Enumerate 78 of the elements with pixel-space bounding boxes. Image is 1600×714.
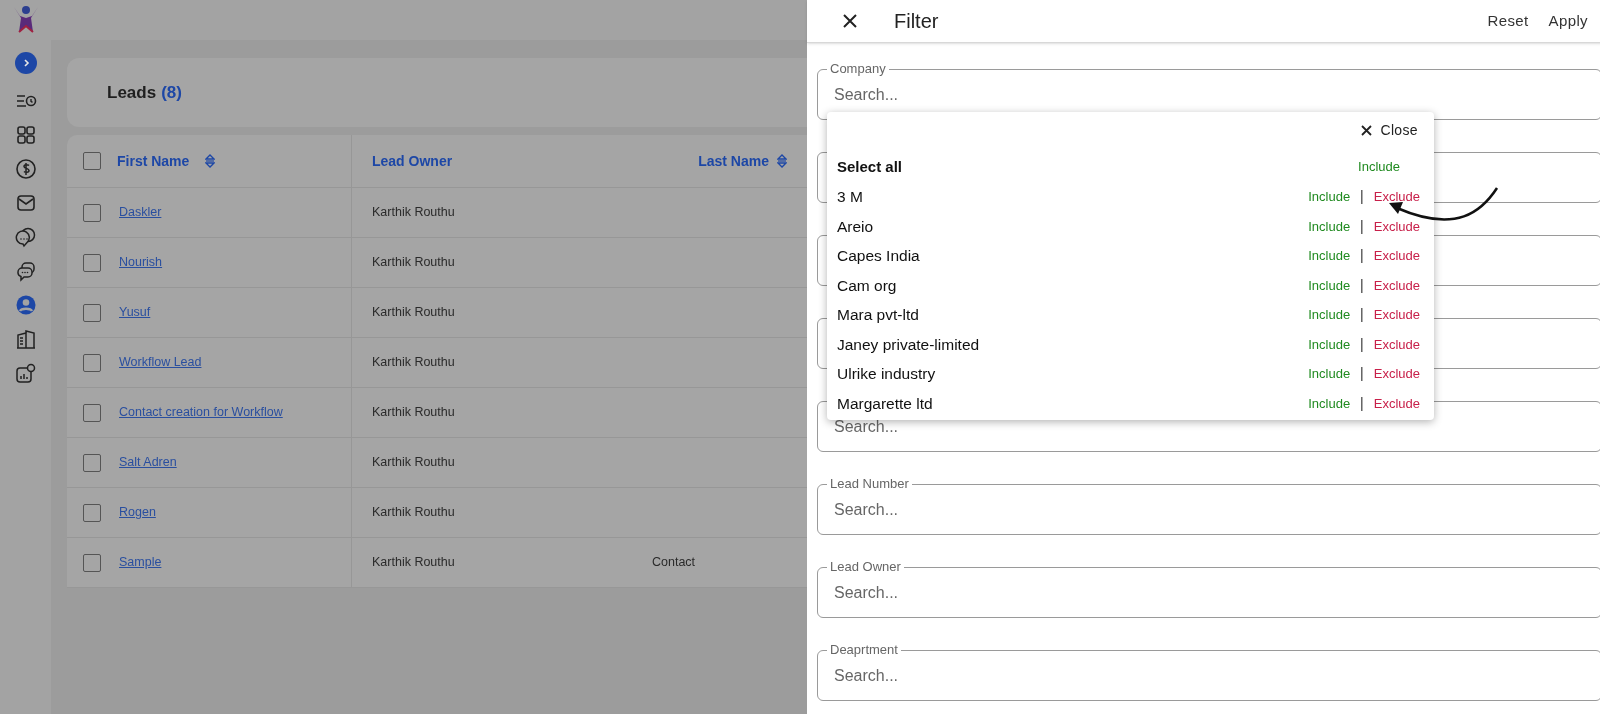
checkbox[interactable] (83, 403, 101, 422)
company-option[interactable]: Cam org (837, 273, 897, 297)
column-header[interactable]: Lead Owner (372, 150, 453, 172)
include-link[interactable]: Include (1308, 246, 1351, 266)
table-cell-text: Karthik Routhu (372, 254, 455, 272)
separator: | (1360, 246, 1364, 266)
company-option[interactable]: Ulrike industry (837, 362, 936, 386)
dollar-icon[interactable] (14, 158, 37, 180)
table-cell-text: Karthik Routhu (372, 354, 455, 372)
checkbox[interactable] (83, 553, 101, 572)
checkbox[interactable] (83, 203, 101, 222)
checkbox[interactable] (83, 453, 101, 472)
checkbox[interactable] (83, 303, 101, 322)
exclude-link[interactable]: Exclude (1373, 364, 1420, 384)
leads-title: Leads (107, 81, 157, 104)
include-link[interactable]: Include (1308, 364, 1351, 384)
header-action-button[interactable]: Reset (1487, 9, 1529, 33)
company-option[interactable]: Mara pvt-ltd (837, 303, 919, 327)
column-header[interactable]: Last Name (698, 150, 769, 172)
leads-count: (8) (161, 81, 182, 104)
close-icon (1361, 124, 1373, 136)
close-dropdown-button[interactable]: Close (1361, 119, 1418, 141)
checkbox[interactable] (83, 503, 101, 522)
include-link[interactable]: Include (1308, 187, 1351, 207)
chat-bubbles-icon[interactable] (14, 226, 37, 248)
table-cell-text: Karthik Routhu (372, 554, 455, 572)
mail-icon[interactable] (14, 192, 37, 214)
exclude-link[interactable]: Exclude (1373, 334, 1420, 354)
include-link[interactable]: Include (1308, 275, 1351, 295)
lead-name-link[interactable]: Daskler (119, 203, 162, 222)
select-all-option[interactable]: Select all (837, 155, 903, 179)
lead-name-link[interactable]: Sample (119, 553, 162, 572)
include-link[interactable]: Include (1358, 157, 1400, 177)
lead-name-link[interactable]: Contact creation for Workflow (119, 403, 283, 422)
lead-name-link[interactable]: Workflow Lead (119, 353, 202, 372)
table-cell-text: Karthik Routhu (372, 504, 455, 522)
separator: | (1360, 216, 1364, 236)
exclude-link[interactable]: Exclude (1373, 275, 1420, 295)
expand-sidebar-button[interactable] (14, 52, 37, 74)
include-link[interactable]: Include (1308, 305, 1351, 325)
table-cell-text: Karthik Routhu (372, 454, 455, 472)
exclude-link[interactable]: Exclude (1373, 187, 1420, 207)
lead-name-link[interactable]: Nourish (119, 253, 163, 272)
table-cell-text: Karthik Routhu (372, 304, 455, 322)
lead-name-link[interactable]: Salt Adren (119, 453, 177, 472)
separator: | (1360, 275, 1364, 295)
table-cell-text: Karthik Routhu (372, 204, 455, 222)
include-link[interactable]: Include (1308, 334, 1351, 354)
company-option[interactable]: Areio (837, 214, 874, 238)
close-icon (843, 14, 857, 28)
header-action-button[interactable]: Apply (1548, 9, 1588, 33)
chat-bubbles-icon[interactable] (14, 260, 37, 282)
separator: | (1360, 305, 1364, 325)
company-option[interactable]: Janey private-limited (837, 332, 980, 356)
separator: | (1360, 187, 1364, 207)
checkbox[interactable] (83, 353, 101, 372)
lead-name-link[interactable]: Yusuf (119, 303, 151, 322)
company-option[interactable]: 3 M (837, 185, 863, 209)
separator: | (1360, 334, 1364, 354)
company-option[interactable]: Capes India (837, 244, 920, 268)
grid-icon[interactable] (14, 124, 37, 146)
exclude-link[interactable]: Exclude (1373, 216, 1420, 236)
checkbox[interactable] (83, 152, 101, 170)
sort-icon[interactable] (777, 153, 787, 169)
checkbox[interactable] (83, 253, 101, 272)
table-cell-text: Karthik Routhu (372, 404, 455, 422)
user-icon[interactable] (14, 294, 37, 316)
sort-icon[interactable] (205, 153, 216, 169)
column-header[interactable]: First Name (117, 150, 190, 172)
lead-name-link[interactable]: Rogen (119, 503, 156, 522)
exclude-link[interactable]: Exclude (1373, 305, 1420, 325)
exclude-link[interactable]: Exclude (1373, 246, 1420, 266)
building-icon[interactable] (14, 328, 37, 350)
table-cell-text: Contact (652, 554, 696, 572)
filter-title: Filter (894, 9, 939, 34)
separator: | (1360, 364, 1364, 384)
chart-gear-icon[interactable] (14, 362, 37, 384)
include-link[interactable]: Include (1308, 216, 1351, 236)
